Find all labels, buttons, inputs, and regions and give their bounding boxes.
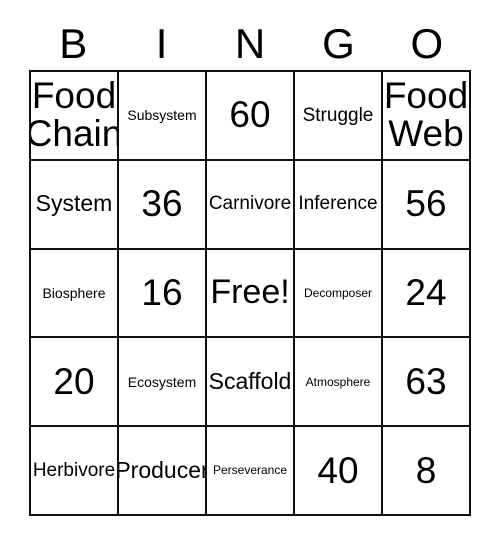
bingo-cell-i1[interactable]: Subsystem — [119, 72, 207, 161]
bingo-cell-free-space[interactable]: Free! — [207, 249, 295, 339]
bingo-cell-label: Producer — [119, 456, 207, 483]
bingo-cell-i5[interactable]: Producer — [119, 427, 207, 516]
bingo-cell-o4[interactable]: 63 — [383, 338, 471, 428]
bingo-header-letter-b: B — [59, 20, 88, 67]
bingo-cell-label: Decomposer — [303, 285, 373, 300]
bingo-cell-label: System — [35, 190, 113, 217]
bingo-cell-label: 60 — [229, 94, 271, 136]
bingo-cell-b3[interactable]: Biosphere — [31, 249, 119, 339]
bingo-cell-b1[interactable]: Food Chain — [31, 72, 119, 161]
bingo-row-5: Herbivore Producer Perseverance 40 8 — [31, 427, 471, 516]
bingo-cell-label: 24 — [405, 271, 447, 313]
bingo-cell-label: 20 — [53, 360, 95, 402]
bingo-cell-g2[interactable]: Inference — [295, 160, 383, 250]
bingo-card: B I N G O Food Chain Subsystem 60 Strugg… — [0, 0, 500, 544]
bingo-cell-label: Biosphere — [42, 284, 106, 301]
bingo-cell-o2[interactable]: 56 — [383, 160, 471, 250]
bingo-cell-label: Herbivore — [32, 459, 116, 481]
bingo-cell-label: 16 — [141, 271, 183, 313]
bingo-cell-label: Subsystem — [127, 107, 197, 124]
bingo-cell-label: Struggle — [302, 104, 374, 126]
bingo-header-letter-g: G — [322, 20, 355, 67]
bingo-row-4: 20 Ecosystem Scaffold Atmosphere 63 — [31, 338, 471, 428]
bingo-cell-label: 40 — [317, 449, 359, 491]
bingo-cell-label: Atmosphere — [305, 374, 371, 389]
bingo-cell-label: Food Web — [383, 75, 469, 155]
bingo-header-letter-n: N — [234, 20, 266, 67]
bingo-cell-i3[interactable]: 16 — [119, 249, 207, 339]
bingo-cell-g3[interactable]: Decomposer — [295, 249, 383, 339]
bingo-cell-n2[interactable]: Carnivore — [207, 160, 295, 250]
bingo-cell-o1[interactable]: Food Web — [383, 72, 471, 161]
bingo-cell-label: Inference — [298, 193, 378, 215]
bingo-cell-i4[interactable]: Ecosystem — [119, 338, 207, 428]
bingo-cell-n5[interactable]: Perseverance — [207, 427, 295, 516]
bingo-cell-g4[interactable]: Atmosphere — [295, 338, 383, 428]
bingo-row-3: Biosphere 16 Free! Decomposer 24 — [31, 249, 471, 339]
bingo-cell-o5[interactable]: 8 — [383, 427, 471, 516]
bingo-cell-label: 8 — [415, 449, 437, 491]
bingo-cell-o3[interactable]: 24 — [383, 249, 471, 339]
bingo-cell-b2[interactable]: System — [31, 160, 119, 250]
bingo-cell-g5[interactable]: 40 — [295, 427, 383, 516]
bingo-cell-label: Food Chain — [31, 75, 119, 155]
bingo-cell-label: Scaffold — [208, 367, 292, 394]
bingo-free-space-label: Free! — [210, 273, 290, 312]
bingo-cell-label: Carnivore — [208, 193, 292, 215]
bingo-header-row: B I N G O — [29, 18, 471, 70]
bingo-cell-b4[interactable]: 20 — [31, 338, 119, 428]
bingo-cell-n1[interactable]: 60 — [207, 72, 295, 161]
bingo-cell-g1[interactable]: Struggle — [295, 72, 383, 161]
bingo-cell-b5[interactable]: Herbivore — [31, 427, 119, 516]
bingo-row-1: Food Chain Subsystem 60 Struggle Food We… — [31, 72, 471, 161]
bingo-cell-label: 56 — [405, 183, 447, 225]
bingo-header-letter-o: O — [410, 20, 444, 67]
bingo-cell-label: Perseverance — [212, 463, 288, 478]
bingo-row-2: System 36 Carnivore Inference 56 — [31, 160, 471, 250]
bingo-cell-n4[interactable]: Scaffold — [207, 338, 295, 428]
bingo-cell-label: 36 — [141, 183, 183, 225]
bingo-cell-i2[interactable]: 36 — [119, 160, 207, 250]
bingo-grid: Food Chain Subsystem 60 Struggle Food We… — [29, 70, 471, 516]
bingo-header-letter-i: I — [155, 20, 168, 67]
bingo-cell-label: 63 — [405, 360, 447, 402]
bingo-cell-label: Ecosystem — [127, 373, 197, 390]
